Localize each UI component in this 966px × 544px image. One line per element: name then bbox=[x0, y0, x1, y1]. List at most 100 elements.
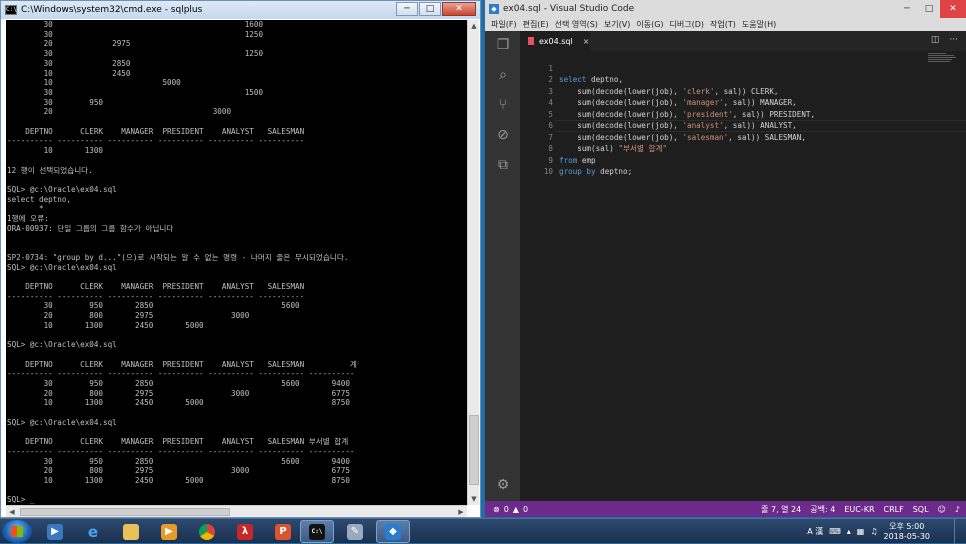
language-mode[interactable]: SQL bbox=[913, 505, 929, 514]
error-count: 0 bbox=[503, 504, 509, 514]
cmd-minimize-button[interactable]: ─ bbox=[396, 2, 418, 16]
cmd-close-button[interactable]: ✕ bbox=[442, 2, 476, 16]
more-actions-icon[interactable]: ··· bbox=[949, 35, 958, 45]
vscode-window[interactable]: ◆ ex04.sql - Visual Studio Code ─ □ ✕ 파일… bbox=[485, 0, 966, 517]
show-desktop-button[interactable] bbox=[954, 519, 966, 544]
menu-help[interactable]: 도움말(H) bbox=[742, 19, 776, 30]
cursor-position[interactable]: 줄 7, 열 24 bbox=[761, 504, 801, 515]
console-line: 20 800 2975 3000 6775 bbox=[7, 388, 350, 398]
source-control-icon[interactable]: ⑂ bbox=[494, 96, 512, 114]
cmd-horizontal-scrollbar[interactable]: ◀ ▶ bbox=[6, 505, 467, 517]
taskbar-vscode[interactable]: ◆ bbox=[376, 520, 410, 543]
scroll-down-icon[interactable]: ▼ bbox=[468, 493, 480, 505]
console-line: DEPTNO CLERK MANAGER PRESIDENT ANALYST S… bbox=[7, 281, 305, 291]
tab-ex04-sql[interactable]: ex04.sql × bbox=[520, 31, 590, 51]
menu-file[interactable]: 파일(F) bbox=[491, 19, 517, 30]
clock-date: 2018-05-30 bbox=[883, 531, 931, 541]
code-line: 8 from emp bbox=[520, 132, 966, 165]
debug-icon[interactable]: ⊘ bbox=[494, 126, 512, 144]
scroll-left-icon[interactable]: ◀ bbox=[6, 506, 18, 518]
taskbar-paint[interactable]: ✎ bbox=[338, 520, 372, 543]
console-line: ORA-00937: 단일 그룹의 그룹 함수가 아닙니다 bbox=[7, 223, 174, 233]
taskbar-internet-explorer[interactable]: e bbox=[76, 520, 110, 543]
split-editor-icon[interactable]: ◫ bbox=[931, 35, 940, 45]
clock[interactable]: 오후 5:00 2018-05-30 bbox=[884, 522, 931, 542]
warning-icon: ▲ bbox=[512, 504, 519, 514]
code-line: 10 bbox=[520, 155, 966, 176]
vscode-close-button[interactable]: ✕ bbox=[940, 0, 966, 18]
menu-go[interactable]: 이동(G) bbox=[636, 19, 663, 30]
menu-tasks[interactable]: 작업(T) bbox=[710, 19, 736, 30]
windows-logo-icon bbox=[11, 526, 23, 537]
volume-icon[interactable]: ♫ bbox=[870, 527, 877, 536]
folder-icon bbox=[123, 523, 139, 540]
file-encoding[interactable]: EUC-KR bbox=[844, 505, 874, 514]
ime-language-indicator[interactable]: A 漢 bbox=[807, 526, 823, 537]
console-line: 10 1300 2450 5000 8750 bbox=[7, 476, 350, 486]
vscode-minimize-button[interactable]: ─ bbox=[896, 0, 918, 18]
cmd-horizontal-scroll-thumb[interactable] bbox=[20, 508, 230, 516]
notification-bell-icon[interactable]: ♪ bbox=[955, 505, 960, 514]
indentation[interactable]: 공백: 4 bbox=[810, 504, 835, 515]
vscode-titlebar[interactable]: ◆ ex04.sql - Visual Studio Code ─ □ ✕ bbox=[485, 0, 966, 18]
tray-overflow-icon[interactable]: ▴ bbox=[847, 527, 851, 536]
cmd-app-icon: C:\ bbox=[5, 5, 17, 15]
console-line: 30 1600 bbox=[7, 20, 264, 29]
search-icon[interactable]: ⌕ bbox=[494, 66, 512, 84]
console-output[interactable]: 30 1600 30 1250 20 2975 30 1250 30 2850 … bbox=[6, 20, 467, 505]
cmd-vertical-scroll-thumb[interactable] bbox=[469, 415, 479, 485]
paint-icon: ✎ bbox=[347, 523, 363, 540]
taskbar-cmd[interactable]: C:\ bbox=[300, 520, 334, 543]
taskbar-video-player[interactable]: ▶ bbox=[152, 520, 186, 543]
menu-selection[interactable]: 선택 영역(S) bbox=[555, 19, 598, 30]
console-line: 30 950 bbox=[7, 97, 104, 107]
taskbar-media-player[interactable]: ▶ bbox=[38, 520, 72, 543]
taskbar-presentation[interactable]: P bbox=[266, 520, 300, 543]
vscode-app-icon: ◆ bbox=[489, 4, 499, 14]
end-of-line[interactable]: CRLF bbox=[884, 505, 904, 514]
taskbar-acrobat[interactable]: λ bbox=[228, 520, 262, 543]
start-button[interactable] bbox=[2, 520, 32, 543]
code-line: 1 select deptno, bbox=[520, 51, 966, 85]
console-line: 20 800 2975 3000 6775 bbox=[7, 466, 350, 476]
console-line: 30 950 2850 5600 bbox=[7, 301, 300, 311]
console-line: * bbox=[7, 204, 44, 214]
console-line: SQL> @c:\Oracle\ex04.sql bbox=[7, 262, 117, 272]
taskbar-chrome[interactable] bbox=[190, 520, 224, 543]
explorer-icon[interactable]: ❐ bbox=[494, 36, 512, 54]
extensions-icon[interactable]: ⧉ bbox=[494, 156, 512, 174]
cmd-vertical-scrollbar[interactable]: ▲ ▼ bbox=[467, 20, 479, 505]
code-line: 2 sum(decode(lower(job), 'clerk', sal)) … bbox=[520, 63, 966, 96]
console-text: 30 1600 30 1250 20 2975 30 1250 30 2850 … bbox=[6, 20, 467, 505]
taskbar-file-explorer[interactable] bbox=[114, 520, 148, 543]
code-editor[interactable]: 1 select deptno, 2 sum(decode(lower(job)… bbox=[520, 51, 966, 501]
console-line: 1행에 오류: bbox=[7, 214, 49, 224]
network-icon[interactable]: ▦ bbox=[857, 527, 865, 536]
feedback-smiley-icon[interactable]: ☺ bbox=[938, 505, 946, 514]
vscode-maximize-button[interactable]: □ bbox=[918, 0, 940, 18]
cmd-maximize-button[interactable]: □ bbox=[419, 2, 441, 16]
scroll-up-icon[interactable]: ▲ bbox=[468, 20, 480, 32]
cmd-titlebar[interactable]: C:\ C:\Windows\system32\cmd.exe - sqlplu… bbox=[1, 1, 480, 19]
menu-edit[interactable]: 편집(E) bbox=[523, 19, 549, 30]
problems-indicator[interactable]: ⊗ 0 ▲ 0 bbox=[493, 505, 528, 514]
code-line: 9 group by deptno; bbox=[520, 143, 966, 177]
line-number: 10 bbox=[543, 167, 553, 176]
menu-view[interactable]: 보기(V) bbox=[604, 19, 630, 30]
scroll-right-icon[interactable]: ▶ bbox=[455, 506, 467, 518]
console-line: 20 800 2975 3000 bbox=[7, 311, 250, 321]
tab-close-icon[interactable]: × bbox=[583, 37, 590, 46]
settings-gear-icon[interactable]: ⚙ bbox=[494, 476, 512, 494]
clock-time: 오후 5:00 bbox=[889, 521, 925, 531]
menu-debug[interactable]: 디버그(D) bbox=[670, 19, 704, 30]
console-line: SQL> @c:\Oracle\ex04.sql bbox=[7, 184, 117, 194]
console-line: ---------- ---------- ---------- -------… bbox=[7, 291, 305, 301]
keyboard-icon[interactable]: ⌨ bbox=[829, 527, 841, 536]
cmd-window[interactable]: C:\ C:\Windows\system32\cmd.exe - sqlplu… bbox=[0, 0, 481, 518]
